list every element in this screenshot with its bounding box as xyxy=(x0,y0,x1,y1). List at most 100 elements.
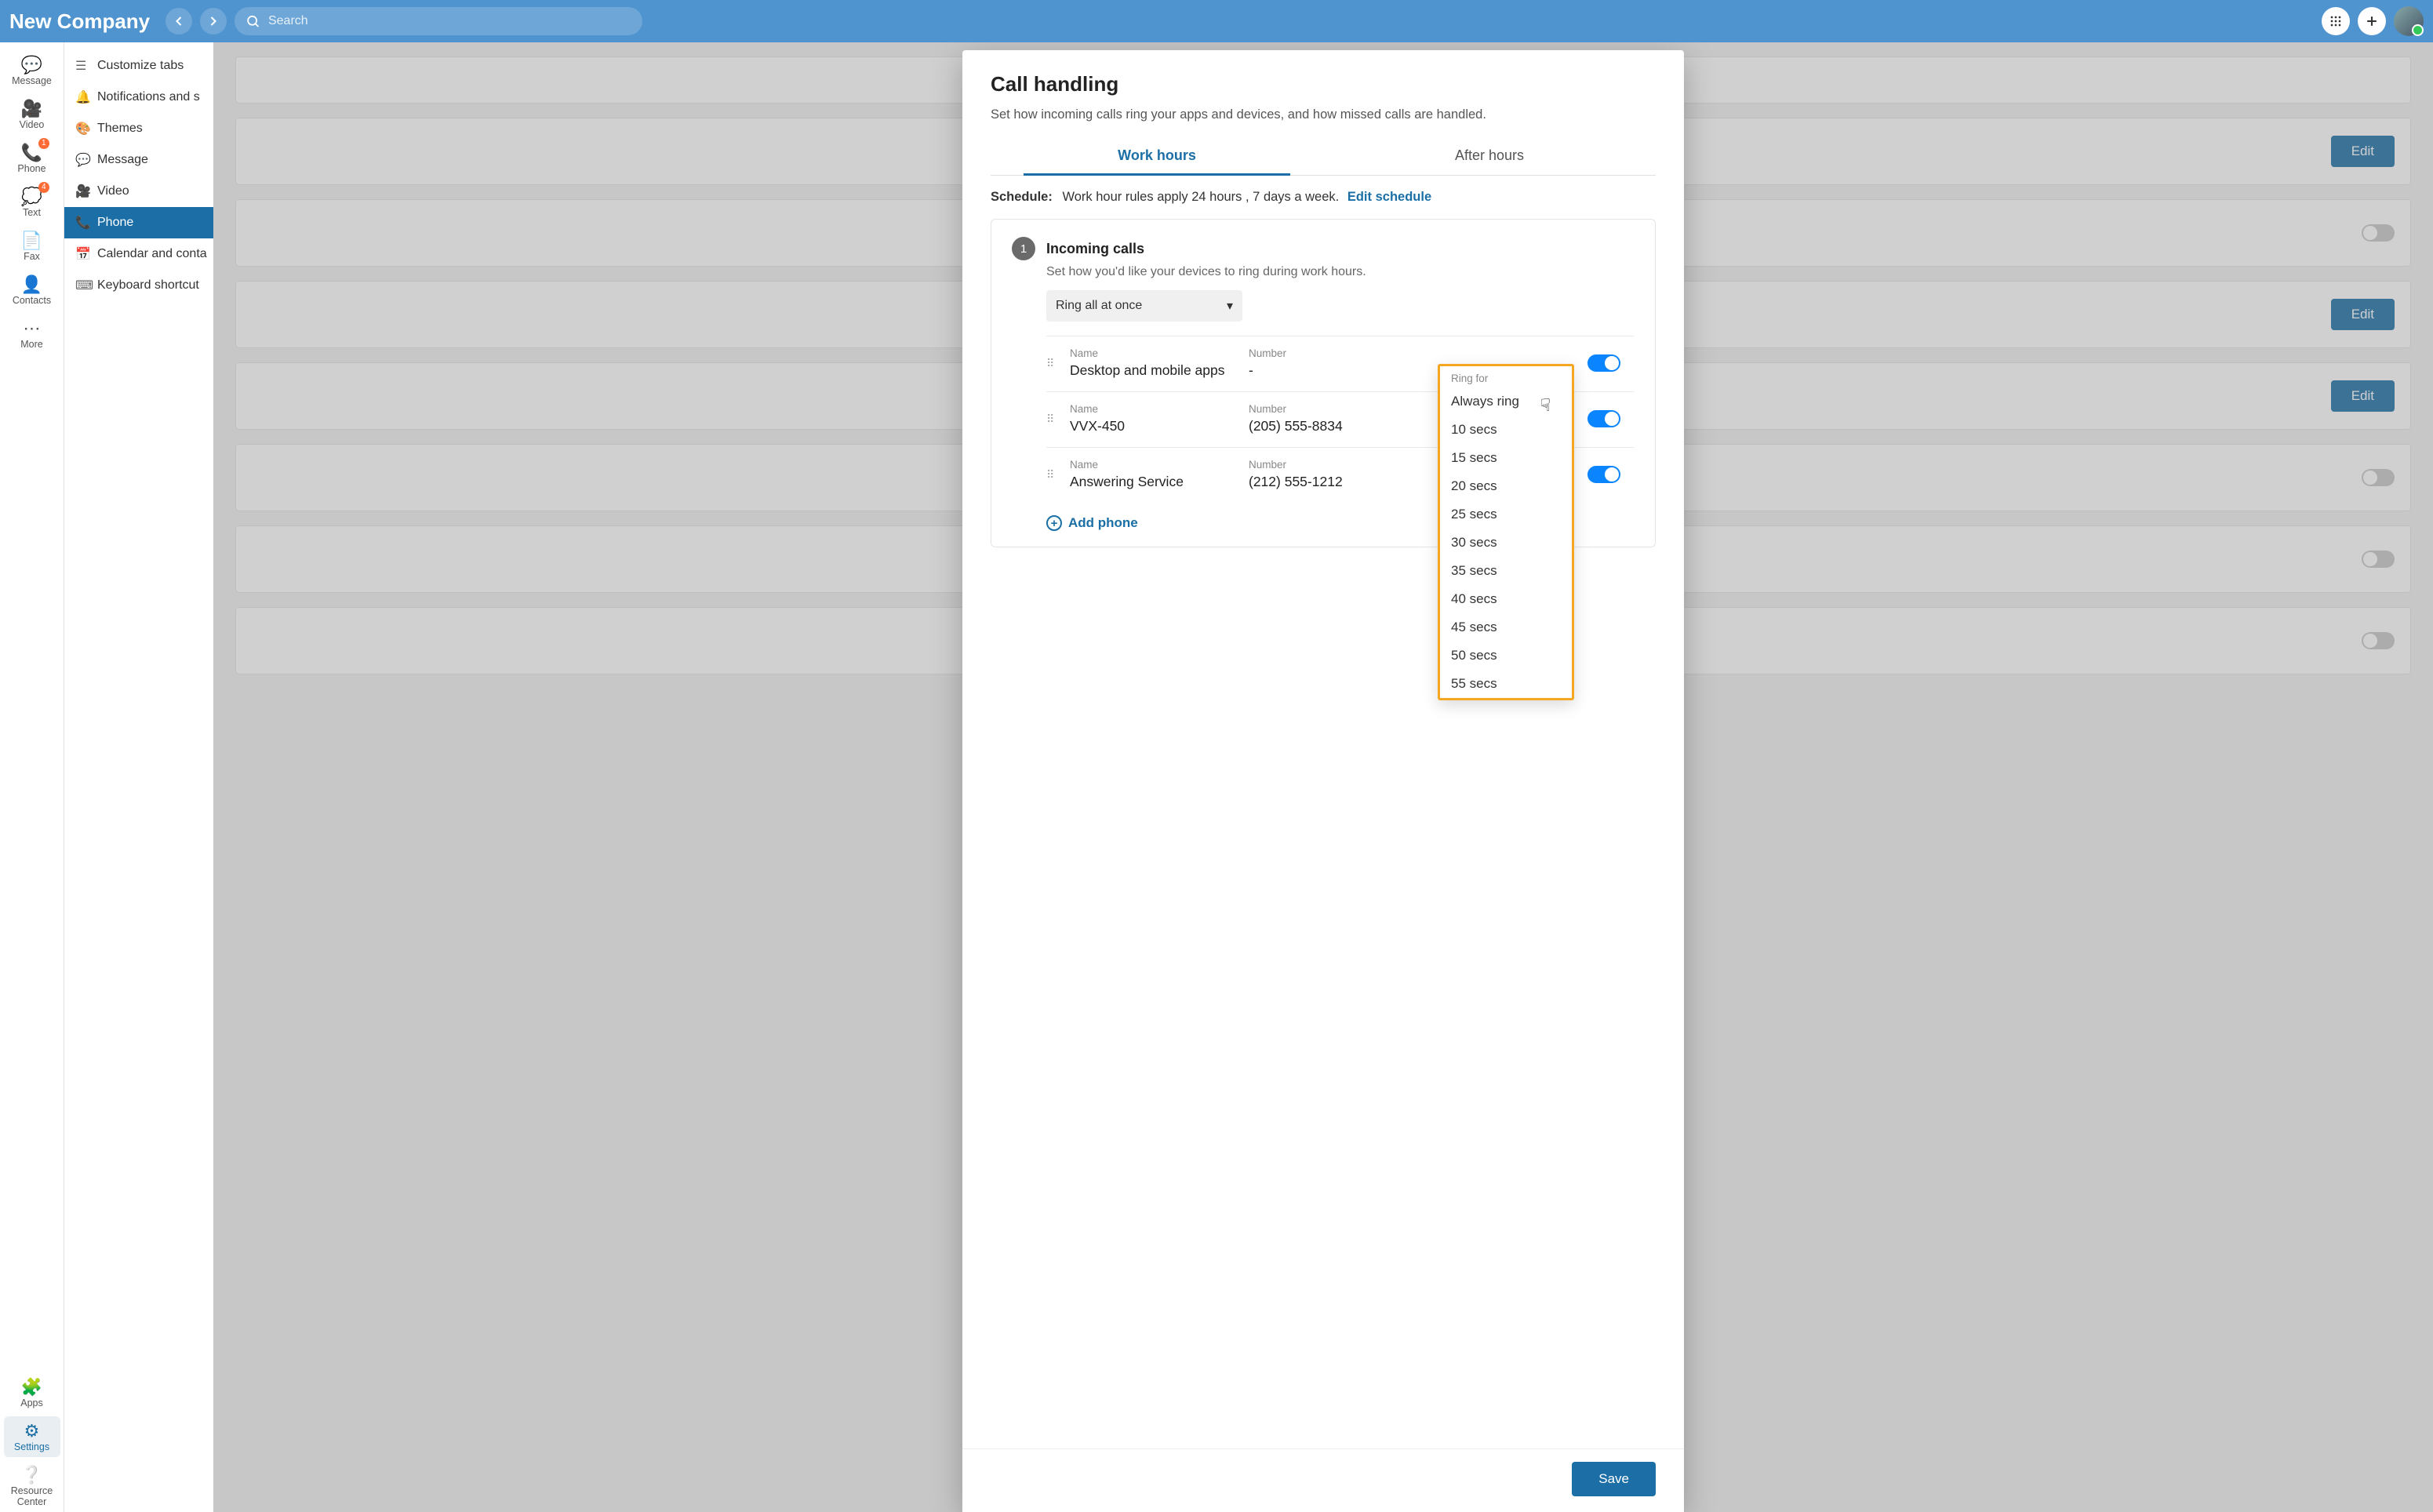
device-number: (205) 555-8834 xyxy=(1249,418,1421,434)
search-input[interactable] xyxy=(268,14,631,28)
nav-settings-label: Settings xyxy=(14,1441,49,1452)
contacts-icon: 👤 xyxy=(21,274,42,295)
settings-notifications-label: Notifications and s xyxy=(97,90,200,104)
drag-handle-icon[interactable]: ⠿ xyxy=(1046,468,1064,482)
modal-body: Call handling Set how incoming calls rin… xyxy=(962,50,1684,1448)
left-nav: 💬 Message 🎥 Video 1 📞 Phone 4 💭 Text 📄 F… xyxy=(0,42,64,1512)
tab-after-hours[interactable]: After hours xyxy=(1323,138,1656,175)
device-number: (212) 555-1212 xyxy=(1249,474,1421,490)
settings-message[interactable]: 💬Message xyxy=(64,144,213,176)
schedule-label: Schedule: xyxy=(991,190,1053,204)
nav-resource-center[interactable]: ❔ Resource Center xyxy=(4,1460,60,1512)
nav-text[interactable]: 4 💭 Text xyxy=(4,182,60,223)
nav-video[interactable]: 🎥 Video xyxy=(4,94,60,135)
main-content: Edit Edit Edit Call handling Set how inc… xyxy=(213,42,2433,1512)
settings-customize-tabs[interactable]: ☰Customize tabs xyxy=(64,50,213,82)
nav-apps[interactable]: 🧩 Apps xyxy=(4,1372,60,1413)
search-box[interactable] xyxy=(235,7,642,35)
nav-contacts-label: Contacts xyxy=(13,295,51,306)
chevron-right-icon xyxy=(205,13,221,29)
ring-for-option[interactable]: 25 secs xyxy=(1440,500,1572,529)
chevron-down-icon: ▾ xyxy=(1227,298,1233,314)
step-number: 1 xyxy=(1012,237,1035,260)
step-description: Set how you'd like your devices to ring … xyxy=(1046,265,1635,279)
nav-phone-label: Phone xyxy=(17,163,45,174)
help-icon: ❔ xyxy=(21,1465,42,1485)
ring-for-option[interactable]: 45 secs xyxy=(1440,613,1572,642)
drag-handle-icon[interactable]: ⠿ xyxy=(1046,413,1064,426)
save-button[interactable]: Save xyxy=(1572,1462,1656,1496)
settings-keyboard-label: Keyboard shortcut xyxy=(97,278,199,293)
nav-more-label: More xyxy=(20,339,42,350)
settings-themes[interactable]: 🎨Themes xyxy=(64,113,213,144)
ring-for-option[interactable]: 20 secs xyxy=(1440,472,1572,500)
top-bar: New Company xyxy=(0,0,2433,42)
add-button[interactable] xyxy=(2358,7,2386,35)
dialpad-button[interactable] xyxy=(2322,7,2350,35)
settings-sidebar: ☰Customize tabs 🔔Notifications and s 🎨Th… xyxy=(64,42,213,1512)
fax-icon: 📄 xyxy=(21,231,42,251)
nav-forward-button[interactable] xyxy=(200,8,227,35)
device-toggle[interactable] xyxy=(1587,354,1620,372)
drag-handle-icon[interactable]: ⠿ xyxy=(1046,357,1064,370)
modal-subtitle: Set how incoming calls ring your apps an… xyxy=(991,107,1656,122)
ring-for-option[interactable]: 50 secs xyxy=(1440,642,1572,670)
tab-work-hours[interactable]: Work hours xyxy=(991,138,1323,175)
col-number-label: Number xyxy=(1249,403,1421,415)
nav-phone[interactable]: 1 📞 Phone xyxy=(4,138,60,179)
step-title: Incoming calls xyxy=(1046,241,1144,257)
settings-video-label: Video xyxy=(97,184,129,198)
edit-schedule-link[interactable]: Edit schedule xyxy=(1347,190,1431,204)
nav-settings[interactable]: ⚙ Settings xyxy=(4,1416,60,1457)
ring-for-option[interactable]: 55 secs xyxy=(1440,670,1572,698)
settings-keyboard[interactable]: ⌨ Keyboard shortcut xyxy=(64,270,213,301)
ring-for-option[interactable]: 30 secs xyxy=(1440,529,1572,557)
profile-avatar[interactable] xyxy=(2394,6,2424,36)
nav-fax[interactable]: 📄 Fax xyxy=(4,226,60,267)
phone-icon: 📞 xyxy=(75,215,89,231)
col-number-label: Number xyxy=(1249,459,1421,471)
settings-icon: ⚙ xyxy=(24,1421,40,1441)
settings-calendar[interactable]: 📅Calendar and conta xyxy=(64,238,213,270)
sliders-icon: ☰ xyxy=(75,58,89,74)
chevron-left-icon xyxy=(171,13,187,29)
settings-video[interactable]: 🎥 Video xyxy=(64,176,213,207)
ring-for-option[interactable]: 35 secs xyxy=(1440,557,1572,585)
nav-fax-label: Fax xyxy=(24,251,40,262)
ring-mode-select[interactable]: Ring all at once ▾ xyxy=(1046,290,1242,322)
device-toggle[interactable] xyxy=(1587,466,1620,483)
ring-mode-value: Ring all at once xyxy=(1056,299,1142,313)
modal-footer: Save xyxy=(962,1448,1684,1512)
text-badge: 4 xyxy=(38,182,49,193)
ring-for-option[interactable]: 10 secs xyxy=(1440,416,1572,444)
ring-for-option[interactable]: 15 secs xyxy=(1440,444,1572,472)
dialpad-icon xyxy=(2328,13,2344,29)
ring-for-option[interactable]: 40 secs xyxy=(1440,585,1572,613)
device-name: VVX-450 xyxy=(1070,418,1242,434)
company-name: New Company xyxy=(9,9,150,34)
col-name-label: Name xyxy=(1070,459,1242,471)
settings-notifications[interactable]: 🔔Notifications and s xyxy=(64,82,213,113)
ring-for-option[interactable]: Always ring xyxy=(1440,387,1572,416)
ring-for-dropdown[interactable]: Ring for Always ring10 secs15 secs20 sec… xyxy=(1438,364,1574,700)
apps-icon: 🧩 xyxy=(21,1377,42,1398)
settings-calendar-label: Calendar and conta xyxy=(97,247,207,261)
device-name: Desktop and mobile apps xyxy=(1070,362,1242,379)
schedule-row: Schedule: Work hour rules apply 24 hours… xyxy=(991,176,1656,219)
chat-icon: 💬 xyxy=(75,152,89,168)
nav-more[interactable]: ⋯ More xyxy=(4,314,60,354)
camera-icon: 🎥 xyxy=(75,184,89,199)
modal-wrap: Call handling Set how incoming calls rin… xyxy=(213,42,2433,1512)
modal-tabs: Work hours After hours xyxy=(991,138,1656,176)
keyboard-icon: ⌨ xyxy=(75,278,89,293)
nav-resource-label: Resource Center xyxy=(4,1485,60,1507)
nav-message[interactable]: 💬 Message xyxy=(4,50,60,91)
modal-title: Call handling xyxy=(991,72,1656,96)
nav-apps-label: Apps xyxy=(20,1398,43,1408)
nav-text-label: Text xyxy=(23,207,41,218)
settings-phone[interactable]: 📞Phone xyxy=(64,207,213,238)
nav-back-button[interactable] xyxy=(165,8,192,35)
device-toggle[interactable] xyxy=(1587,410,1620,427)
nav-contacts[interactable]: 👤 Contacts xyxy=(4,270,60,311)
message-icon: 💬 xyxy=(21,55,42,75)
